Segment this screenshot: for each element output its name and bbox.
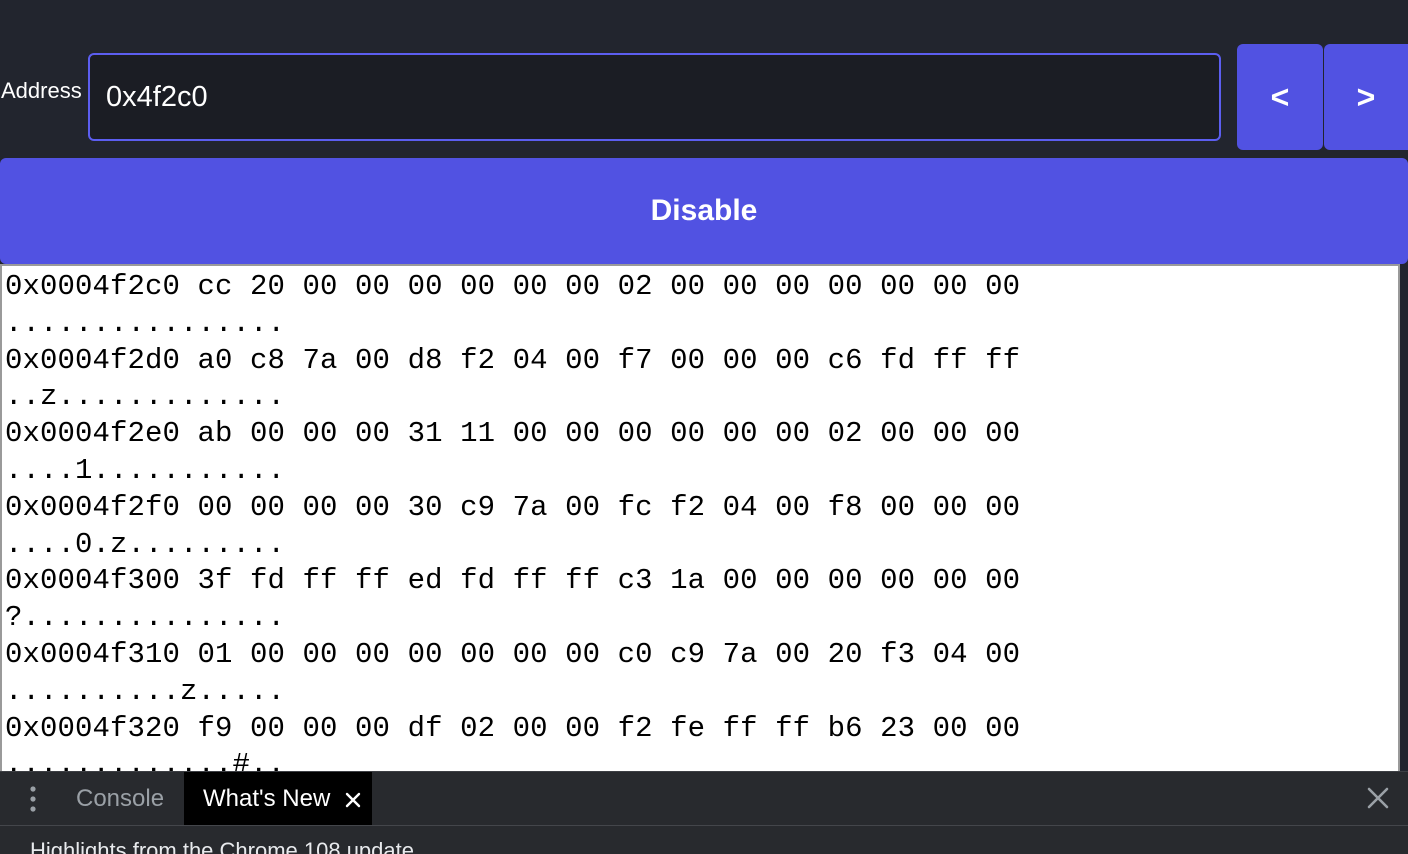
- close-drawer-icon[interactable]: [1366, 786, 1390, 810]
- next-page-button[interactable]: >: [1324, 44, 1408, 150]
- hex-dump-ascii-row: ..z.............: [5, 380, 286, 414]
- whats-new-headline: Highlights from the Chrome 108 update: [30, 838, 414, 854]
- hex-dump-row: 0x0004f2f0 00 00 00 00 30 c9 7a 00 fc f2…: [5, 490, 1021, 524]
- hex-dump-ascii-row: ....0.z.........: [5, 527, 286, 561]
- tab-console[interactable]: Console: [60, 772, 180, 825]
- hex-dump-row: 0x0004f310 01 00 00 00 00 00 00 00 c0 c9…: [5, 637, 1021, 671]
- hex-dump-row: 0x0004f2c0 cc 20 00 00 00 00 00 00 02 00…: [5, 270, 1021, 303]
- hex-dump-ascii-row: ..........z.....: [5, 674, 286, 708]
- hex-dump-ascii-row: ................: [5, 306, 286, 340]
- address-input[interactable]: [88, 53, 1221, 141]
- hex-dump-ascii-row: ....1...........: [5, 453, 286, 487]
- close-icon[interactable]: [344, 788, 362, 808]
- hex-dump-lines: 0x0004f2c0 cc 20 00 00 00 00 00 00 02 00…: [2, 266, 1398, 771]
- disable-button[interactable]: Disable: [0, 158, 1408, 264]
- devtools-drawer-tabbar: Console What's New: [0, 772, 1408, 826]
- hex-dump-ascii-row: .............#..: [5, 748, 286, 771]
- tab-console-label: Console: [76, 784, 165, 812]
- devtools-drawer: Console What's New Highlights from the C…: [0, 771, 1408, 854]
- tab-whats-new[interactable]: What's New: [184, 772, 372, 825]
- hex-dump-view[interactable]: 0x0004f2c0 cc 20 00 00 00 00 00 00 02 00…: [0, 264, 1400, 771]
- more-vertical-icon[interactable]: [24, 784, 42, 814]
- hex-dump-row: 0x0004f300 3f fd ff ff ed fd ff ff c3 1a…: [5, 564, 1021, 598]
- address-label: Address: [1, 78, 82, 103]
- tab-whats-new-label: What's New: [203, 784, 331, 812]
- hex-dump-row: 0x0004f2e0 ab 00 00 00 31 11 00 00 00 00…: [5, 417, 1021, 451]
- hex-dump-row: 0x0004f320 f9 00 00 00 df 02 00 00 f2 fe…: [5, 711, 1021, 745]
- hex-dump-row: 0x0004f2d0 a0 c8 7a 00 d8 f2 04 00 f7 00…: [5, 343, 1021, 377]
- previous-page-button[interactable]: <: [1237, 44, 1323, 150]
- memory-viewer-app: Address < > Disable 0x0004f2c0 cc 20 00 …: [0, 0, 1408, 854]
- hex-dump-ascii-row: ?...............: [5, 601, 286, 635]
